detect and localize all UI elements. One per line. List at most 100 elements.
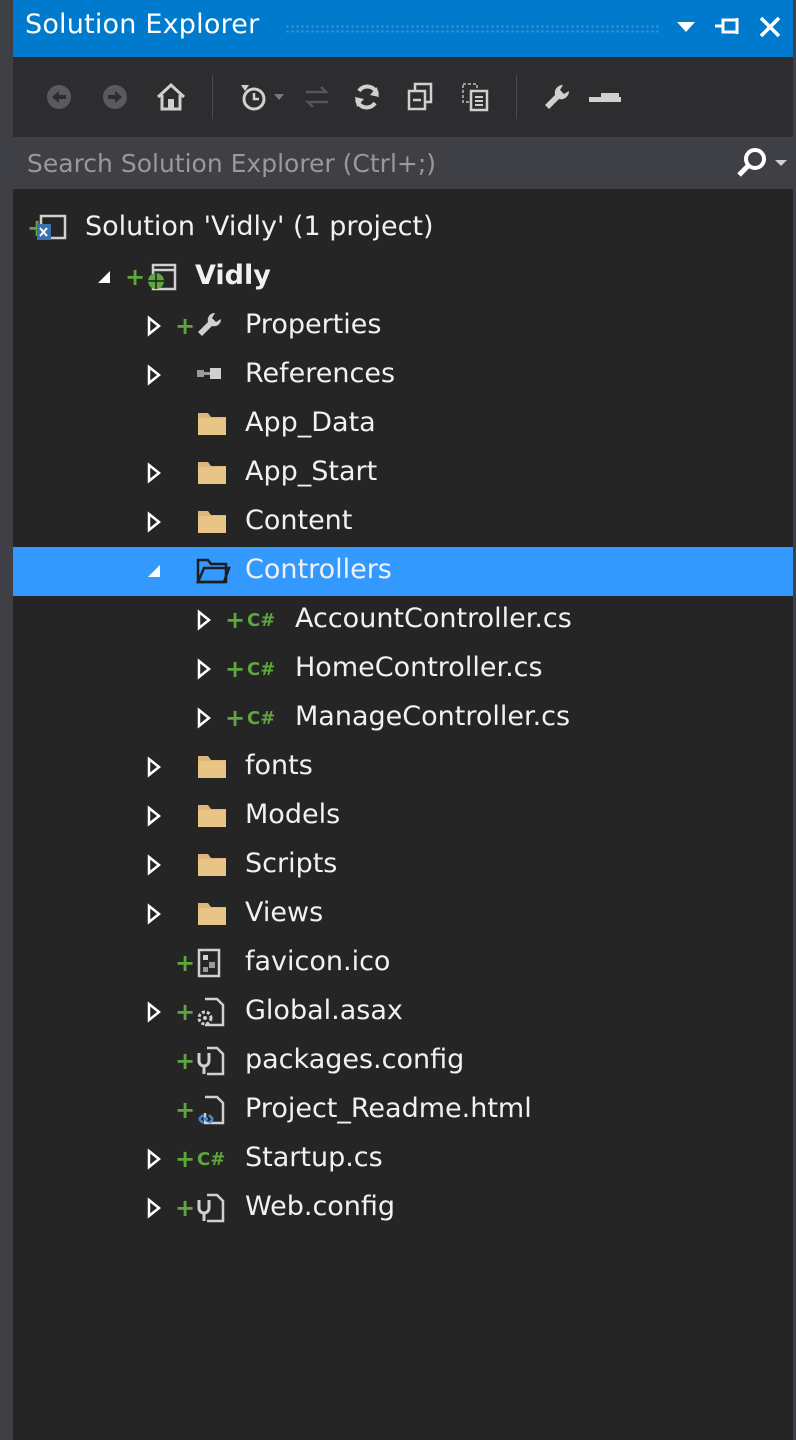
search-options-dropdown-icon[interactable]	[773, 151, 791, 175]
solution-icon	[35, 212, 69, 244]
tree-item-label: Solution 'Vidly' (1 project)	[85, 211, 434, 242]
preview-icon[interactable]	[587, 79, 623, 115]
svg-text:C#: C#	[247, 610, 275, 631]
collapsed-arrow-icon[interactable]	[143, 1196, 165, 1220]
collapsed-arrow-icon[interactable]	[143, 461, 165, 485]
history-dropdown-icon[interactable]	[269, 79, 289, 115]
tree-item-content[interactable]: Content	[13, 498, 793, 547]
folder-icon	[195, 506, 229, 538]
references-icon	[195, 359, 229, 391]
collapsed-arrow-icon[interactable]	[143, 314, 165, 338]
tree-item-managecontroller-cs[interactable]: + C# ManageController.cs	[13, 694, 793, 743]
tree-item-favicon-ico[interactable]: + favicon.ico	[13, 939, 793, 988]
csharp-file-icon: C#	[245, 604, 279, 636]
tree-item-fonts[interactable]: fonts	[13, 743, 793, 792]
config-file-icon	[195, 1045, 229, 1077]
forward-icon[interactable]	[97, 79, 133, 115]
folder-icon	[195, 800, 229, 832]
tree-item-label: packages.config	[245, 1044, 465, 1075]
folder-icon	[195, 849, 229, 881]
title-bar[interactable]: Solution Explorer	[13, 0, 793, 57]
folder-icon	[195, 898, 229, 930]
sync-icon[interactable]	[299, 79, 335, 115]
dropdown-arrow-icon[interactable]	[669, 10, 703, 44]
toolbar-separator	[516, 75, 517, 119]
search-input[interactable]	[27, 143, 707, 183]
pending-add-icon: +	[225, 655, 246, 683]
tree-item-label: App_Start	[245, 456, 378, 487]
svg-text:C#: C#	[197, 1149, 225, 1170]
collapsed-arrow-icon[interactable]	[193, 706, 215, 730]
folder-icon	[195, 457, 229, 489]
title-bar-grip[interactable]	[285, 24, 660, 34]
collapsed-arrow-icon[interactable]	[193, 608, 215, 632]
collapsed-arrow-icon[interactable]	[143, 1147, 165, 1171]
expanded-arrow-icon[interactable]	[143, 559, 165, 583]
pending-add-icon: +	[175, 1096, 196, 1124]
tree-item-label: favicon.ico	[245, 946, 391, 977]
show-all-files-icon[interactable]	[457, 79, 493, 115]
tree-item-packages-config[interactable]: + packages.config	[13, 1037, 793, 1086]
tree-item-scripts[interactable]: Scripts	[13, 841, 793, 890]
toolbar-separator	[212, 75, 213, 119]
folder-open-icon	[195, 555, 231, 587]
pending-add-icon: +	[175, 998, 196, 1026]
collapsed-arrow-icon[interactable]	[143, 1000, 165, 1024]
folder-icon	[195, 751, 229, 783]
collapsed-arrow-icon[interactable]	[143, 363, 165, 387]
pending-add-icon: +	[175, 949, 196, 977]
tree-item-solution-vidly-1-project[interactable]: +Solution 'Vidly' (1 project)	[13, 204, 793, 253]
tree-item-project-readme-html[interactable]: + Project_Readme.html	[13, 1086, 793, 1135]
collapsed-arrow-icon[interactable]	[143, 510, 165, 534]
pending-add-icon: +	[175, 312, 196, 340]
tree-item-label: App_Data	[245, 407, 376, 438]
collapsed-arrow-icon[interactable]	[143, 804, 165, 828]
tree-item-vidly[interactable]: + Vidly	[13, 253, 793, 302]
tree-item-accountcontroller-cs[interactable]: + C# AccountController.cs	[13, 596, 793, 645]
pending-add-icon: +	[225, 606, 246, 634]
tree-item-views[interactable]: Views	[13, 890, 793, 939]
search-icon[interactable]	[735, 145, 771, 181]
refresh-icon[interactable]	[349, 79, 385, 115]
tree-item-label: Startup.cs	[245, 1142, 383, 1173]
tree-item-app-data[interactable]: App_Data	[13, 400, 793, 449]
tree-item-references[interactable]: References	[13, 351, 793, 400]
pin-icon[interactable]	[711, 10, 745, 44]
properties-wrench-icon[interactable]	[539, 79, 575, 115]
back-icon[interactable]	[41, 79, 77, 115]
solution-explorer-panel: Solution Explorer Search Solution Explor…	[0, 0, 796, 1440]
collapsed-arrow-icon[interactable]	[143, 902, 165, 926]
tree-item-homecontroller-cs[interactable]: + C# HomeController.cs	[13, 645, 793, 694]
svg-text:C#: C#	[247, 708, 275, 729]
close-icon[interactable]	[753, 10, 787, 44]
folder-icon	[195, 408, 229, 440]
tree-item-controllers[interactable]: Controllers	[13, 547, 793, 596]
collapse-all-icon[interactable]	[403, 79, 439, 115]
tree-item-label: References	[245, 358, 396, 389]
collapsed-arrow-icon[interactable]	[193, 657, 215, 681]
pending-add-icon: +	[175, 1194, 196, 1222]
tree-item-label: Global.asax	[245, 995, 403, 1026]
panel-left-border	[0, 0, 13, 1440]
tree-item-label: HomeController.cs	[295, 652, 543, 683]
web-project-icon	[145, 261, 179, 293]
tree-item-properties[interactable]: + Properties	[13, 302, 793, 351]
collapsed-arrow-icon[interactable]	[143, 853, 165, 877]
home-icon[interactable]	[153, 79, 189, 115]
config-file-icon	[195, 1192, 229, 1224]
expanded-arrow-icon[interactable]	[93, 265, 115, 289]
tree-item-global-asax[interactable]: + Global.asax	[13, 988, 793, 1037]
csharp-file-icon: C#	[245, 702, 279, 734]
html-file-icon	[195, 1094, 229, 1126]
pending-add-icon: +	[175, 1145, 196, 1173]
tree-item-web-config[interactable]: + Web.config	[13, 1184, 793, 1233]
tree-item-models[interactable]: Models	[13, 792, 793, 841]
tree-item-startup-cs[interactable]: + C# Startup.cs	[13, 1135, 793, 1184]
tree-item-app-start[interactable]: App_Start	[13, 449, 793, 498]
history-icon[interactable]	[235, 79, 271, 115]
collapsed-arrow-icon[interactable]	[143, 755, 165, 779]
tree-item-label: Vidly	[195, 260, 271, 291]
csharp-file-icon: C#	[195, 1143, 229, 1175]
search-box[interactable]	[13, 137, 793, 189]
tree-item-label: fonts	[245, 750, 313, 781]
